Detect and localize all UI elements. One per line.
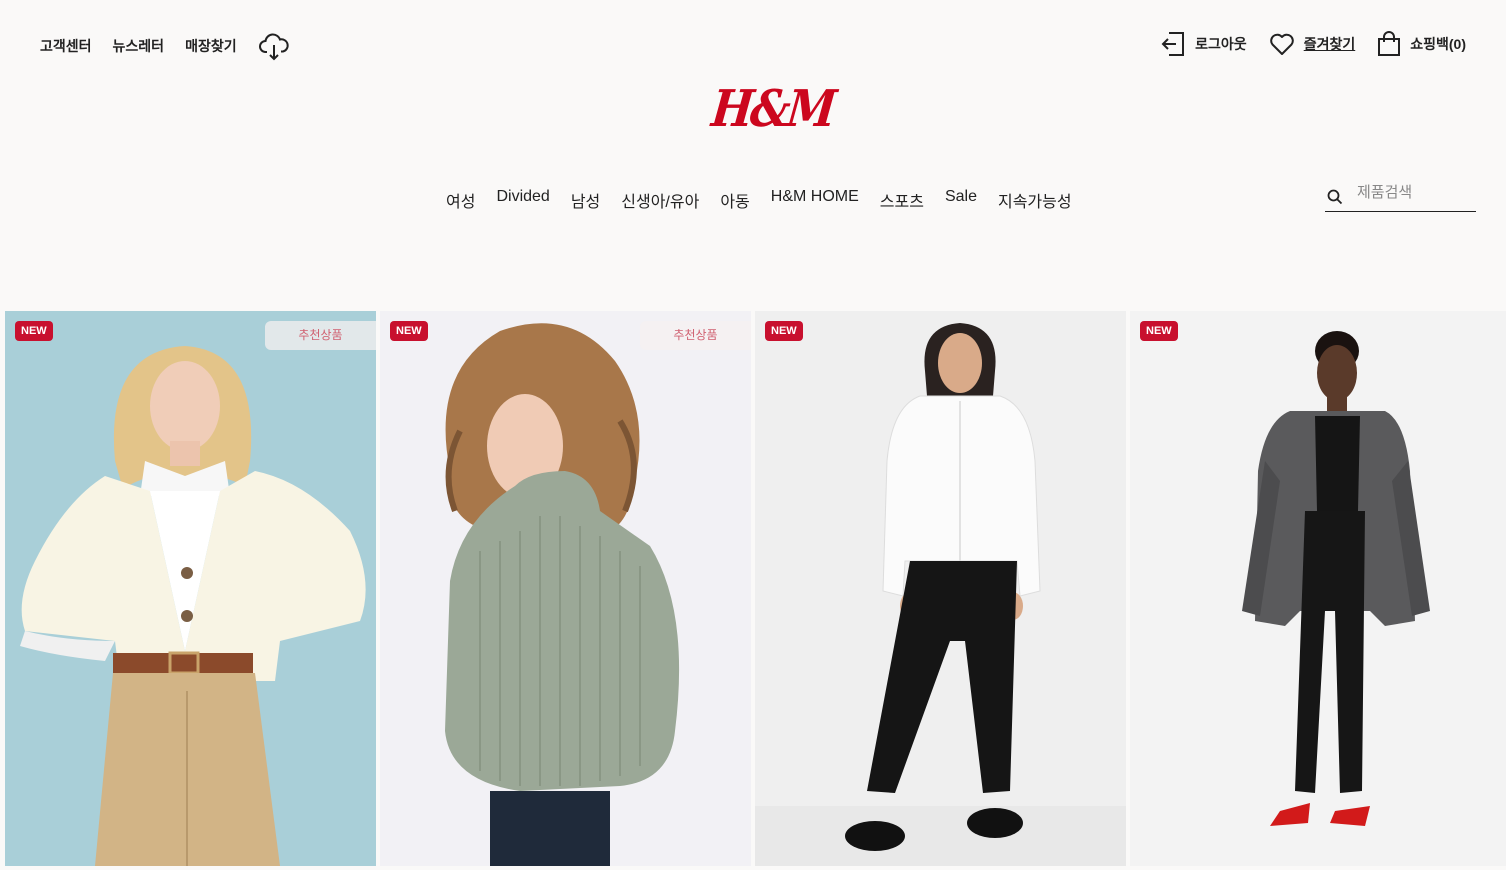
new-badge: NEW <box>15 321 53 341</box>
logout-icon <box>1161 32 1185 56</box>
product-card[interactable]: NEW <box>755 311 1126 866</box>
store-finder-link[interactable]: 매장찾기 <box>185 36 237 56</box>
shopping-bag-label: 쇼핑백(0) <box>1410 36 1466 52</box>
favorites-label: 즐겨찾기 <box>1303 36 1356 52</box>
cloud-download-icon[interactable] <box>258 30 290 62</box>
customer-center-link[interactable]: 고객센터 <box>40 36 92 56</box>
new-badge: NEW <box>390 321 428 341</box>
nav-item-divided[interactable]: Divided <box>496 188 549 212</box>
product-grid: NEW 추천상품 NEW 추천상품 NEW NEW <box>5 311 1506 866</box>
product-image <box>1130 311 1506 866</box>
nav-item-women[interactable]: 여성 <box>446 188 475 212</box>
utility-nav-left: 고객센터 뉴스레터 매장찾기 <box>40 30 290 62</box>
hm-logo[interactable]: H&M <box>709 80 836 139</box>
main-nav: 여성 Divided 남성 신생아/유아 아동 H&M HOME 스포츠 Sal… <box>446 188 1072 212</box>
logout-button[interactable]: 로그아웃 <box>1160 30 1247 58</box>
product-image <box>755 311 1126 866</box>
logo-text: H&M <box>708 80 837 139</box>
product-card[interactable]: NEW 추천상품 <box>5 311 376 866</box>
shopping-bag-button[interactable]: 쇼핑백(0) <box>1377 31 1466 57</box>
product-card[interactable]: NEW 추천상품 <box>380 311 751 866</box>
nav-item-baby[interactable]: 신생아/유아 <box>621 188 699 212</box>
search-box <box>1325 176 1476 212</box>
new-badge: NEW <box>765 321 803 341</box>
logout-label: 로그아웃 <box>1195 36 1247 52</box>
product-image <box>5 311 376 866</box>
recommended-tag: 추천상품 <box>640 321 751 350</box>
nav-item-kids[interactable]: 아동 <box>720 188 749 212</box>
product-card[interactable]: NEW <box>1130 311 1506 866</box>
search-icon[interactable] <box>1327 189 1343 205</box>
newsletter-link[interactable]: 뉴스레터 <box>113 36 165 56</box>
nav-item-sustainability[interactable]: 지속가능성 <box>998 188 1072 212</box>
favorites-button[interactable]: 즐겨찾기 <box>1269 32 1356 56</box>
new-badge: NEW <box>1140 321 1178 341</box>
recommended-tag: 추천상품 <box>265 321 376 350</box>
nav-item-home[interactable]: H&M HOME <box>771 188 859 212</box>
utility-nav-right: 로그아웃 즐겨찾기 쇼핑백(0) <box>1160 30 1466 58</box>
nav-item-men[interactable]: 남성 <box>571 188 600 212</box>
page: 고객센터 뉴스레터 매장찾기 로그아웃 즐겨찾기 쇼핑백(0) H&M 여성 D… <box>0 0 1506 870</box>
search-input[interactable] <box>1355 178 1474 206</box>
product-image <box>380 311 751 866</box>
nav-item-sale[interactable]: Sale <box>945 188 977 212</box>
shopping-bag-icon <box>1378 31 1401 56</box>
nav-item-sports[interactable]: 스포츠 <box>880 188 924 212</box>
heart-icon <box>1269 33 1294 55</box>
